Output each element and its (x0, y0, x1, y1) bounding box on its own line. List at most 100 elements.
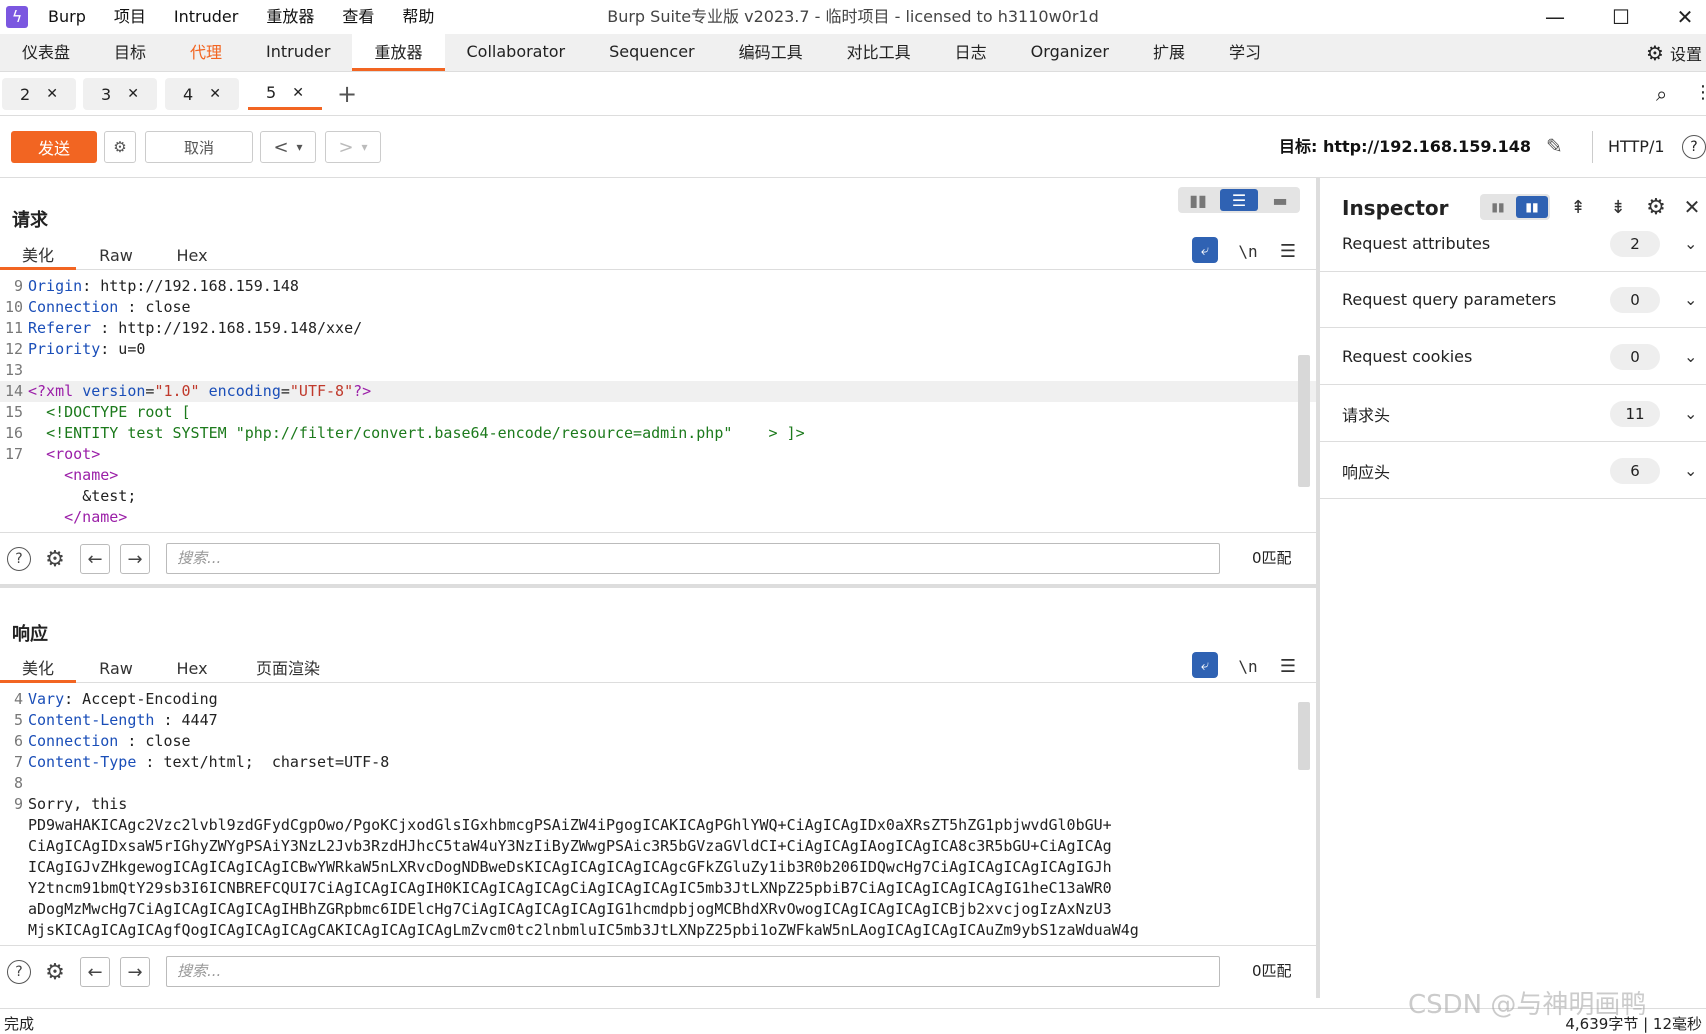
tab-target[interactable]: 目标 (92, 34, 168, 71)
tab-hex[interactable]: Hex (164, 244, 220, 270)
settings-button[interactable]: ⚙ 设置 (1646, 34, 1706, 72)
maximize-button[interactable]: ☐ (1588, 0, 1654, 34)
request-editor[interactable]: 9 Origin: http://192.168.159.148 10 Connec… (0, 276, 1316, 532)
newline-toggle-icon[interactable]: \n (1234, 237, 1262, 265)
tab-pretty[interactable]: 美化 (0, 244, 76, 270)
response-scrollbar[interactable] (1298, 702, 1310, 770)
xml-tag: </name> (64, 508, 128, 526)
request-scrollbar[interactable] (1298, 355, 1310, 487)
chevron-down-icon: ⌄ (1684, 234, 1698, 253)
tab-raw[interactable]: Raw (88, 244, 144, 270)
repeater-tab-active[interactable]: 5 ✕ (248, 78, 322, 110)
tab-logger[interactable]: 日志 (933, 34, 1009, 71)
cancel-button[interactable]: 取消 (145, 131, 253, 163)
layout-stacked-icon[interactable]: ☰ (1220, 189, 1258, 211)
code-line: 9 Sorry, this (0, 794, 1316, 815)
xml-entity-end: > ]> (768, 424, 805, 442)
help-icon[interactable]: ? (4, 544, 34, 574)
edit-target-icon[interactable]: ✎ (1546, 134, 1563, 158)
close-tab-icon[interactable]: ✕ (46, 86, 58, 102)
line-number: 9 (13, 277, 23, 295)
hamburger-menu-icon[interactable]: ☰ (1274, 652, 1302, 680)
tab-extensions[interactable]: 扩展 (1131, 34, 1207, 71)
code-line: Y2tncm91bmQtY29sb3I6ICNBREFCQUI7CiAgICAg… (0, 878, 1316, 899)
code-line: 15 <!DOCTYPE root [ (0, 402, 1316, 423)
word-wrap-icon[interactable]: ⤶ (1192, 652, 1218, 678)
tab-organizer[interactable]: Organizer (1009, 34, 1131, 71)
tab-comparer[interactable]: 对比工具 (825, 34, 933, 71)
tab-render[interactable]: 页面渲染 (248, 657, 328, 683)
line-number: 11 (4, 319, 23, 337)
tab-intruder[interactable]: Intruder (244, 34, 352, 71)
repeater-tab[interactable]: 2 ✕ (2, 78, 76, 110)
inspector-request-attributes[interactable]: Request attributes 2 ⌄ (1320, 216, 1706, 272)
gear-icon[interactable]: ⚙ (104, 131, 136, 163)
tab-sequencer[interactable]: Sequencer (587, 34, 717, 71)
menu-project[interactable]: 项目 (100, 0, 160, 34)
add-tab-button[interactable]: + (334, 78, 360, 110)
tab-repeater[interactable]: 重放器 (352, 34, 445, 71)
splitter[interactable] (0, 584, 1316, 588)
line-number: 4 (13, 690, 23, 708)
layout-tabs-icon[interactable]: ▬ (1262, 189, 1298, 211)
tab-learn[interactable]: 学习 (1207, 34, 1283, 71)
line-number: 8 (13, 774, 23, 792)
previous-match-icon[interactable]: ← (80, 957, 110, 987)
search-icon[interactable]: ⌕ (1656, 82, 1667, 106)
menu-repeater[interactable]: 重放器 (252, 0, 328, 34)
gear-icon: ⚙ (1646, 41, 1664, 65)
next-match-icon[interactable]: → (120, 544, 150, 574)
menu-help[interactable]: 帮助 (388, 0, 448, 34)
tab-collaborator[interactable]: Collaborator (445, 34, 588, 71)
gear-icon[interactable]: ⚙ (40, 957, 70, 987)
tab-dashboard[interactable]: 仪表盘 (0, 34, 92, 71)
chevron-down-icon: ⌄ (1684, 404, 1698, 423)
forward-button[interactable]: > ▾ (325, 131, 381, 163)
help-icon[interactable]: ? (1682, 135, 1706, 159)
send-button[interactable]: 发送 (11, 131, 97, 163)
menu-burp[interactable]: Burp (34, 0, 100, 34)
back-button[interactable]: < ▾ (260, 131, 316, 163)
repeater-tabs: 2 ✕ 3 ✕ 4 ✕ 5 ✕ + ⌕ ⋮ (0, 72, 1706, 116)
layout-side-by-side-icon[interactable]: ▮▮ (1180, 189, 1216, 211)
close-tab-icon[interactable]: ✕ (209, 86, 221, 102)
close-tab-icon[interactable]: ✕ (292, 85, 304, 101)
target-label: 目标: http://192.168.159.148 (1278, 137, 1531, 156)
tab-pretty[interactable]: 美化 (0, 657, 76, 683)
gear-icon[interactable]: ⚙ (40, 544, 70, 574)
header-value: 4447 (172, 711, 218, 729)
xml-attr-value: "1.0" (154, 382, 200, 400)
layout-left-icon[interactable]: ▮▮ (1482, 196, 1514, 218)
layout-right-icon[interactable]: ▮▮ (1516, 196, 1548, 218)
response-editor[interactable]: 4 Vary: Accept-Encoding 5 Content-Length :… (0, 689, 1316, 945)
inspector-request-headers[interactable]: 请求头 11 ⌄ (1320, 386, 1706, 442)
more-menu-icon[interactable]: ⋮ (1694, 82, 1706, 103)
code-line: aDogMzMwcHg7CiAgICAgICAgICAgIHBhZGRpbmc6… (0, 899, 1316, 920)
repeater-tab[interactable]: 3 ✕ (83, 78, 157, 110)
header-value: close (136, 732, 191, 750)
response-search-input[interactable]: 搜索... (166, 956, 1220, 987)
tab-raw[interactable]: Raw (88, 657, 144, 683)
http-version-button[interactable]: HTTP/1 (1608, 131, 1665, 163)
hamburger-menu-icon[interactable]: ☰ (1274, 237, 1302, 265)
code-line: &test; (0, 486, 1316, 507)
menu-view[interactable]: 查看 (328, 0, 388, 34)
tab-proxy[interactable]: 代理 (168, 34, 244, 71)
menu-intruder[interactable]: Intruder (160, 0, 252, 34)
tab-decoder[interactable]: 编码工具 (717, 34, 825, 71)
newline-toggle-icon[interactable]: \n (1234, 652, 1262, 680)
request-search-input[interactable]: 搜索... (166, 543, 1220, 574)
inspector-cookies[interactable]: Request cookies 0 ⌄ (1320, 329, 1706, 385)
tab-hex[interactable]: Hex (164, 657, 220, 683)
next-match-icon[interactable]: → (120, 957, 150, 987)
line-number: 12 (4, 340, 23, 358)
inspector-response-headers[interactable]: 响应头 6 ⌄ (1320, 443, 1706, 499)
help-icon[interactable]: ? (4, 957, 34, 987)
close-window-button[interactable]: ✕ (1652, 0, 1706, 34)
close-tab-icon[interactable]: ✕ (127, 86, 139, 102)
repeater-tab[interactable]: 4 ✕ (165, 78, 239, 110)
previous-match-icon[interactable]: ← (80, 544, 110, 574)
word-wrap-icon[interactable]: ⤶ (1192, 237, 1218, 263)
minimize-button[interactable]: — (1522, 0, 1588, 34)
inspector-query-parameters[interactable]: Request query parameters 0 ⌄ (1320, 272, 1706, 328)
